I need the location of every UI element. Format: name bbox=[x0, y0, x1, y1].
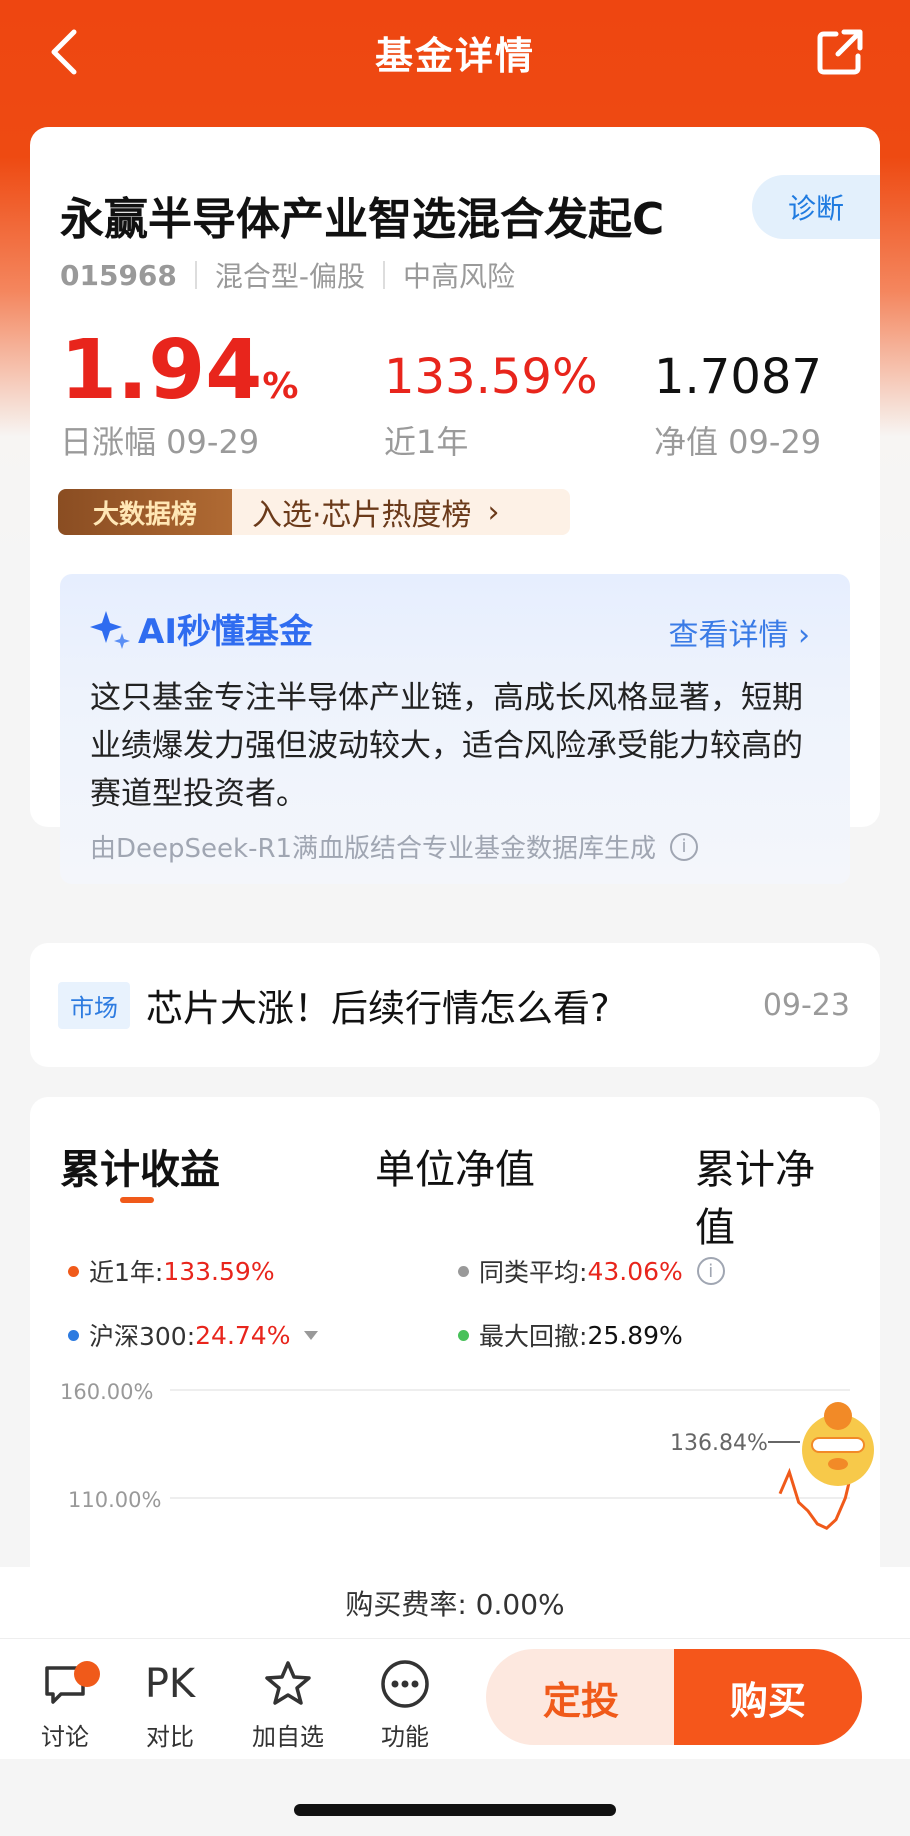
bottom-action-bar: 讨论 PK 对比 加自选 功能 定投 购买 bbox=[0, 1639, 910, 1759]
info-icon[interactable]: i bbox=[696, 1257, 725, 1285]
active-tab-indicator bbox=[120, 1197, 154, 1203]
more-label: 功能 bbox=[381, 1723, 429, 1751]
compare-button[interactable]: PK 对比 bbox=[125, 1657, 215, 1752]
fund-code: 015968 bbox=[60, 258, 177, 292]
ai-summary-box: AI秒懂基金 查看详情 › 这只基金专注半导体产业链，高成长风格显著，短期业绩爆… bbox=[60, 574, 850, 884]
discuss-button[interactable]: 讨论 bbox=[20, 1657, 110, 1752]
share-icon[interactable] bbox=[814, 26, 866, 78]
info-icon[interactable]: i bbox=[670, 832, 699, 861]
dropdown-triangle-icon[interactable] bbox=[304, 1330, 319, 1340]
fund-name: 永赢半导体产业智选混合发起C bbox=[60, 194, 665, 245]
ai-title: AI秒懂基金 bbox=[88, 604, 313, 653]
tab-cumulative-nav[interactable]: 累计净值 bbox=[695, 1137, 850, 1253]
more-icon bbox=[381, 1660, 429, 1708]
legend-dot bbox=[458, 1329, 469, 1341]
rank-badge[interactable]: 大数据榜 入选·芯片热度榜 › bbox=[58, 489, 570, 535]
notification-dot bbox=[74, 1661, 100, 1687]
legend-value: 25.89% bbox=[587, 1320, 683, 1350]
sip-button[interactable]: 定投 bbox=[486, 1649, 676, 1745]
year-return-value: 133.59% bbox=[384, 349, 598, 405]
nav-value: 1.7087 bbox=[654, 349, 822, 405]
year-return-label: 近1年 bbox=[384, 423, 469, 461]
legend-peer-average: 同类平均: 43.06% i bbox=[458, 1253, 725, 1289]
legend-label: 同类平均: bbox=[479, 1258, 588, 1287]
legend-benchmark[interactable]: 沪深300: 24.74% bbox=[68, 1317, 319, 1353]
nav-label: 净值 09-29 bbox=[654, 423, 822, 461]
navigation-bar: 基金详情 bbox=[0, 0, 910, 104]
compare-label: 对比 bbox=[146, 1723, 194, 1751]
ai-view-details-link[interactable]: 查看详情 › bbox=[668, 610, 810, 654]
legend-label: 近1年: bbox=[89, 1258, 164, 1287]
legend-dot bbox=[458, 1265, 469, 1277]
news-date: 09-23 bbox=[762, 987, 850, 1023]
ai-footnote: 由DeepSeek-R1满血版结合专业基金数据库生成 i bbox=[90, 828, 699, 865]
marker-value-label: 136.84% bbox=[670, 1431, 768, 1456]
legend-label: 沪深300: bbox=[89, 1322, 196, 1351]
y-tick-label: 110.00% bbox=[68, 1488, 161, 1512]
daily-change-unit: % bbox=[262, 366, 299, 407]
mascot-icon[interactable] bbox=[802, 1402, 874, 1486]
chart-plot: 160.00% 110.00% 136.84% bbox=[60, 1380, 874, 1531]
buy-button[interactable]: 购买 bbox=[674, 1649, 862, 1745]
news-tag: 市场 bbox=[58, 981, 130, 1029]
news-card[interactable]: 市场 芯片大涨！后续行情怎么看? 09-23 bbox=[30, 943, 880, 1067]
more-functions-button[interactable]: 功能 bbox=[360, 1657, 450, 1752]
diagnose-button[interactable]: 诊断 bbox=[752, 175, 880, 239]
divider bbox=[383, 261, 386, 289]
back-arrow-icon[interactable] bbox=[44, 26, 88, 78]
legend-dot bbox=[68, 1265, 79, 1277]
legend-value: 133.59% bbox=[163, 1256, 275, 1286]
news-title: 芯片大涨！后续行情怎么看? bbox=[146, 987, 610, 1030]
chart-tabs: 累计收益 单位净值 累计净值 bbox=[60, 1137, 850, 1251]
legend-value: 43.06% bbox=[587, 1256, 683, 1286]
big-data-rank-tag: 大数据榜 bbox=[58, 489, 232, 535]
performance-chart-card: 累计收益 单位净值 累计净值 近1年: 133.59% 同类平均: 43.06%… bbox=[30, 1097, 880, 1617]
fund-meta: 015968 混合型-偏股 中高风险 bbox=[60, 255, 515, 295]
ai-summary-text: 这只基金专注半导体产业链，高成长风格显著，短期业绩爆发力强但波动较大，适合风险承… bbox=[90, 680, 803, 812]
page-title: 基金详情 bbox=[374, 33, 535, 78]
legend-value: 24.74% bbox=[195, 1320, 291, 1350]
ai-footnote-text: 由DeepSeek-R1满血版结合专业基金数据库生成 bbox=[90, 834, 657, 864]
chevron-right-icon: › bbox=[487, 494, 500, 530]
legend-label: 最大回撤: bbox=[479, 1322, 588, 1351]
daily-change-number: 1.94 bbox=[60, 323, 263, 418]
discuss-label: 讨论 bbox=[41, 1723, 89, 1751]
daily-change-label: 日涨幅 09-29 bbox=[60, 423, 260, 461]
legend-max-drawdown: 最大回撤: 25.89% bbox=[458, 1317, 683, 1353]
purchase-fee-bar: 购买费率: 0.00% bbox=[0, 1567, 910, 1639]
y-tick-label: 160.00% bbox=[60, 1380, 153, 1404]
home-indicator bbox=[294, 1804, 616, 1816]
tab-cumulative-return[interactable]: 累计收益 bbox=[60, 1137, 220, 1195]
daily-change-value: 1.94% bbox=[60, 323, 298, 418]
star-icon bbox=[265, 1661, 311, 1705]
fund-type: 混合型-偏股 bbox=[214, 260, 366, 293]
add-watchlist-button[interactable]: 加自选 bbox=[243, 1657, 333, 1752]
fund-summary-card: 永赢半导体产业智选混合发起C 诊断 015968 混合型-偏股 中高风险 1.9… bbox=[30, 127, 880, 884]
rank-text: 入选·芯片热度榜 bbox=[252, 498, 472, 533]
ai-title-text: AI秒懂基金 bbox=[138, 612, 313, 652]
divider bbox=[194, 261, 197, 289]
legend-fund: 近1年: 133.59% bbox=[68, 1253, 275, 1289]
legend-dot bbox=[68, 1329, 79, 1341]
tab-unit-nav[interactable]: 单位净值 bbox=[375, 1137, 535, 1195]
sparkle-icon bbox=[90, 610, 130, 649]
pk-icon: PK bbox=[144, 1661, 196, 1707]
fund-risk: 中高风险 bbox=[403, 260, 516, 293]
watchlist-label: 加自选 bbox=[252, 1723, 324, 1751]
